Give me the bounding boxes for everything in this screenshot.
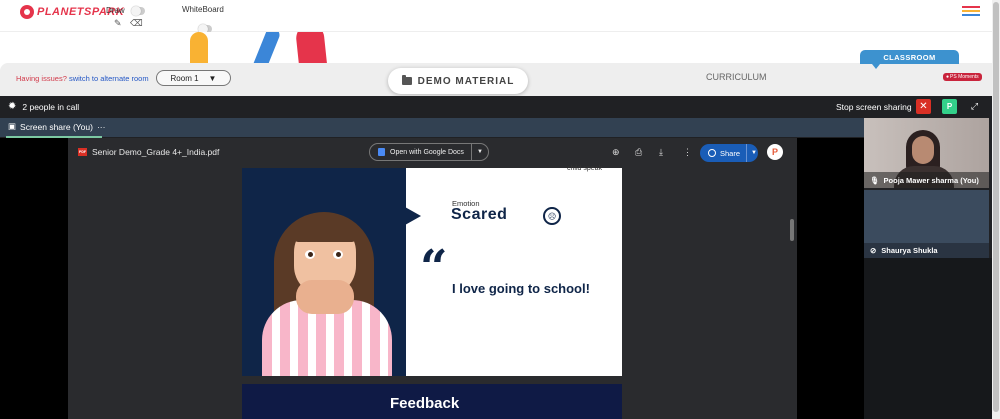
decor-yellow-stroke xyxy=(190,32,208,64)
quote-text: I love going to school! xyxy=(452,281,590,296)
decorative-banner xyxy=(0,32,1000,64)
stop-sharing-label: Stop screen sharing xyxy=(836,102,912,112)
people-in-call[interactable]: ✹ 2 people in call xyxy=(8,101,79,112)
pip-button[interactable]: P xyxy=(942,99,957,114)
scared-face-icon: ☹ xyxy=(543,207,561,225)
issues-notice: Having issues? switch to alternate room xyxy=(16,74,149,83)
logo-mark-icon xyxy=(20,5,34,19)
account-avatar[interactable]: P xyxy=(767,144,783,160)
slide-child-speak: child speak xyxy=(567,165,603,172)
child-photo-eye xyxy=(333,250,343,259)
chevron-down-icon[interactable]: ▼ xyxy=(472,149,488,155)
decor-red-stroke xyxy=(294,32,334,64)
hamburger-menu-icon[interactable] xyxy=(962,6,980,17)
quote-icon: “ xyxy=(420,240,448,296)
curriculum-tab[interactable]: CURRICULUM xyxy=(706,72,767,82)
folder-icon xyxy=(401,75,412,85)
open-with-label: Open with Google Docs xyxy=(390,148,464,156)
pdf-file-title: PDF Senior Demo_Grade 4+_India.pdf xyxy=(78,147,219,157)
globe-icon xyxy=(708,149,716,157)
share-tab-bar xyxy=(0,118,864,137)
camera-icon: ● xyxy=(946,74,950,80)
participant-video xyxy=(912,136,934,164)
print-icon[interactable]: ⎙ xyxy=(635,147,642,158)
microphone-icon: 🎙 xyxy=(870,175,880,185)
demo-material-label: DEMO MATERIAL xyxy=(417,75,515,87)
draw-toggle[interactable] xyxy=(131,6,145,16)
next-slide-title: Feedback xyxy=(390,395,460,412)
switch-room-link[interactable]: switch to alternate room xyxy=(69,74,149,83)
child-photo-eye xyxy=(305,250,315,259)
close-icon: ✕ xyxy=(919,101,928,112)
mic-muted-icon: ⊘ xyxy=(870,246,877,255)
screen-share-tab[interactable]: ▣ Screen share (You) ··· xyxy=(8,121,105,132)
child-photo-bangs xyxy=(294,216,356,242)
screen-share-icon: ▣ xyxy=(8,121,17,131)
decor-blue-stroke xyxy=(242,32,282,64)
participants-panel-empty xyxy=(864,258,992,419)
top-toolbar xyxy=(0,0,1000,32)
gear-icon[interactable]: ✹ xyxy=(8,101,16,112)
eraser-icon[interactable]: ⌫ xyxy=(130,18,143,29)
open-with-google-docs-button[interactable]: Open with Google Docs ▼ xyxy=(369,143,489,161)
add-to-drive-icon[interactable]: ⊕ xyxy=(612,147,620,158)
room-select[interactable]: Room 1 ▼ xyxy=(156,70,231,86)
app-root: PLANETSPARK Draw ✎ ⌫ WhiteBoard Having i… xyxy=(0,0,1000,419)
participant-name-bar: ⊘ Shaurya Shukla xyxy=(864,243,989,258)
more-vert-icon[interactable]: ⋮ xyxy=(683,147,692,158)
issues-text: Having issues? xyxy=(16,74,67,83)
more-options-icon[interactable]: ··· xyxy=(97,122,106,132)
share-label: Share xyxy=(720,148,741,158)
ps-moments-label: PS Moments xyxy=(950,74,979,80)
stop-sharing-button[interactable]: ✕ xyxy=(916,99,931,114)
page-scrollbar-thumb[interactable] xyxy=(993,2,999,412)
pdf-scrollbar[interactable] xyxy=(790,219,794,241)
slide-pointer xyxy=(405,207,421,225)
ps-moments-badge[interactable]: ● PS Moments xyxy=(943,73,982,81)
pdf-file-icon: PDF xyxy=(78,148,87,156)
people-count: 2 people in call xyxy=(22,101,80,112)
draw-label: Draw xyxy=(106,6,125,15)
share-button[interactable]: Share ▼ xyxy=(700,144,758,162)
participant-name-bar: 🎙 Pooja Mawer sharma (You) xyxy=(864,172,989,188)
expand-icon[interactable]: ⤢ xyxy=(967,99,982,114)
pencil-icon[interactable]: ✎ xyxy=(114,18,122,29)
dropdown-caret-icon: ▼ xyxy=(208,73,217,83)
demo-material-button[interactable]: DEMO MATERIAL xyxy=(388,68,528,94)
google-docs-icon xyxy=(378,148,385,156)
screen-share-label: Screen share (You) xyxy=(20,121,93,132)
pdf-file-name: Senior Demo_Grade 4+_India.pdf xyxy=(92,147,220,157)
chevron-down-icon[interactable]: ▼ xyxy=(751,150,757,156)
participant-name: Shaurya Shukla xyxy=(881,246,938,255)
room-select-value: Room 1 xyxy=(170,73,199,83)
child-photo-hands xyxy=(296,280,354,314)
download-icon[interactable]: ⤓ xyxy=(659,147,663,158)
emotion-value: Scared xyxy=(451,206,508,223)
classroom-tab[interactable]: CLASSROOM xyxy=(860,50,959,69)
participant-name: Pooja Mawer sharma (You) xyxy=(883,175,979,185)
whiteboard-label: WhiteBoard xyxy=(182,5,224,14)
